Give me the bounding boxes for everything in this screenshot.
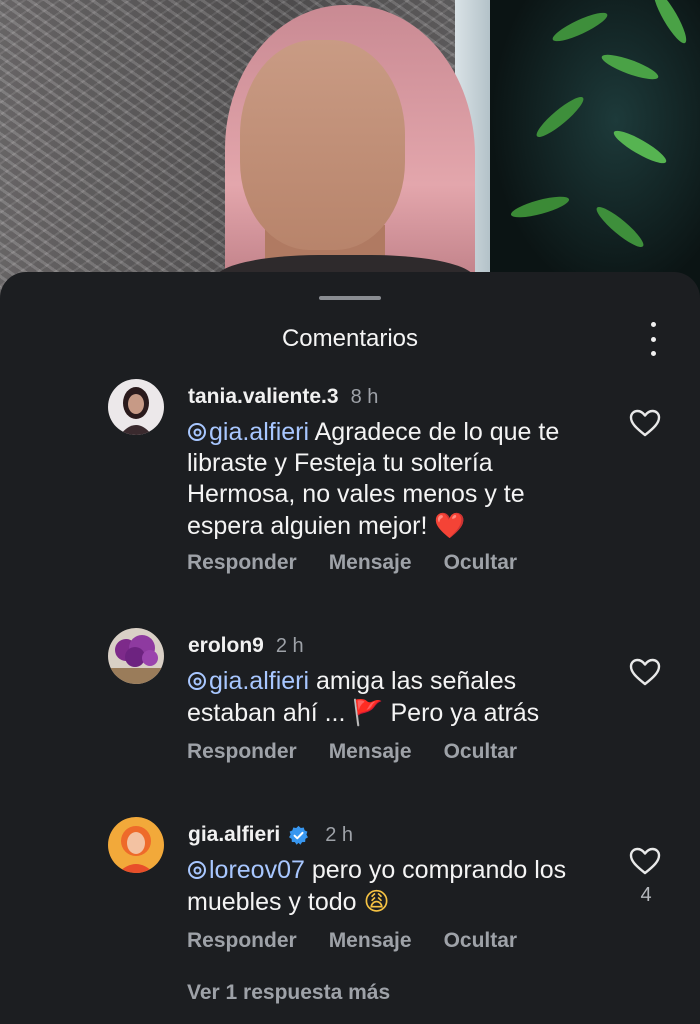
hide-button[interactable]: Ocultar xyxy=(444,551,518,575)
threads-mention-icon xyxy=(188,861,206,879)
comment-text: loreov07 pero yo comprando los muebles y… xyxy=(187,856,567,916)
hide-button[interactable]: Ocultar xyxy=(444,740,518,764)
comment-username[interactable]: erolon9 xyxy=(188,634,264,658)
heart-icon[interactable] xyxy=(629,409,661,437)
video-background xyxy=(0,0,700,300)
comment-actions: Responder Mensaje Ocultar xyxy=(187,929,517,953)
avatar[interactable] xyxy=(108,379,164,435)
drag-handle[interactable] xyxy=(319,296,381,300)
sheet-title: Comentarios xyxy=(281,325,419,352)
message-button[interactable]: Mensaje xyxy=(329,551,412,575)
comment-actions: Responder Mensaje Ocultar xyxy=(187,740,517,764)
message-button[interactable]: Mensaje xyxy=(329,740,412,764)
heart-icon[interactable] xyxy=(629,658,661,686)
view-more-replies-button[interactable]: Ver 1 respuesta más xyxy=(187,981,390,1005)
comment-time: 2 h xyxy=(275,634,304,657)
avatar[interactable] xyxy=(108,628,164,684)
more-vertical-icon[interactable] xyxy=(641,322,665,356)
reply-button[interactable]: Responder xyxy=(187,740,297,764)
comment-time: 2 h xyxy=(325,823,354,846)
comment-time: 8 h xyxy=(350,385,379,408)
message-button[interactable]: Mensaje xyxy=(329,929,412,953)
like-count: 4 xyxy=(640,884,652,906)
threads-mention-icon xyxy=(188,672,206,690)
plant-background xyxy=(490,0,700,300)
comment-username[interactable]: gia.alfieri xyxy=(188,823,280,847)
red-flag-emoji: 🚩 xyxy=(352,698,384,727)
mention-link[interactable]: loreov07 xyxy=(187,856,305,884)
reply-button[interactable]: Responder xyxy=(187,929,297,953)
comments-sheet: Comentarios tania.valiente.3 8 h gia.alf… xyxy=(0,272,700,1024)
verified-badge-icon xyxy=(289,825,309,845)
heart-emoji: ❤️ xyxy=(434,511,466,540)
hide-button[interactable]: Ocultar xyxy=(444,929,518,953)
mention-link[interactable]: gia.alfieri xyxy=(187,667,309,695)
mention-link[interactable]: gia.alfieri xyxy=(187,418,309,446)
weary-face-emoji: 😩 xyxy=(363,887,390,916)
reply-button[interactable]: Responder xyxy=(187,551,297,575)
comment-text: gia.alfieri amiga las señales estaban ah… xyxy=(187,667,540,727)
person-face xyxy=(240,40,405,250)
avatar[interactable] xyxy=(108,817,164,873)
comment-actions: Responder Mensaje Ocultar xyxy=(187,551,517,575)
comment-username[interactable]: tania.valiente.3 xyxy=(188,385,339,409)
comment-text: gia.alfieri Agradece de lo que te libras… xyxy=(187,418,560,540)
heart-icon[interactable] xyxy=(629,847,661,875)
threads-mention-icon xyxy=(188,423,206,441)
